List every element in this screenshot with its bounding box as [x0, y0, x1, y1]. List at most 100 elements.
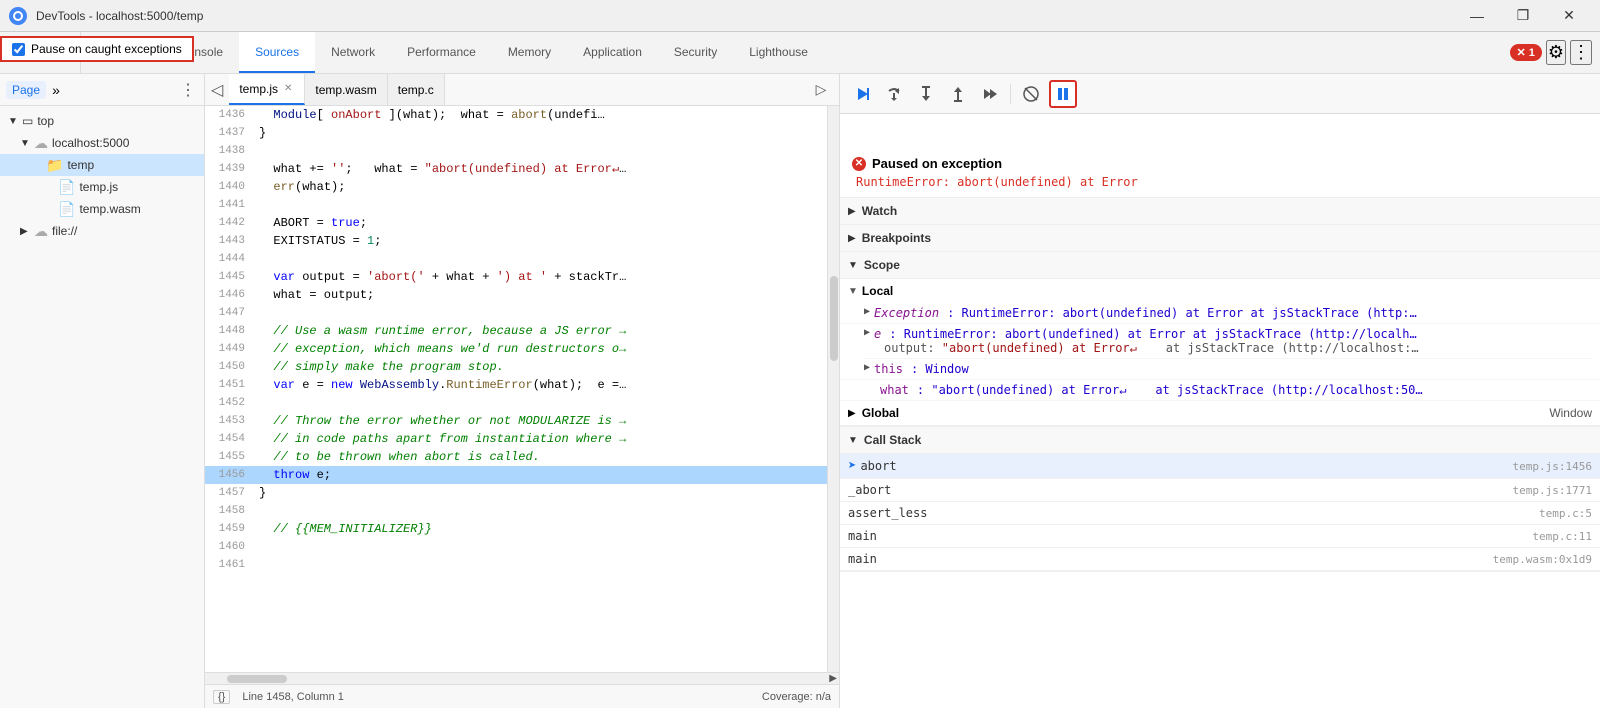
sidebar-more-tabs[interactable]: » [46, 80, 66, 100]
close-tempjs-icon[interactable]: ✕ [282, 82, 294, 95]
tab-network[interactable]: Network [315, 32, 391, 73]
file-tab-tempwasm[interactable]: temp.wasm [305, 74, 387, 105]
breakpoints-arrow: ▶ [848, 233, 856, 244]
callstack-section-header[interactable]: ▼ Call Stack [840, 427, 1600, 454]
code-line-1451: 1451 var e = new WebAssembly.RuntimeErro… [205, 376, 827, 394]
code-line-1454: 1454 // in code paths apart from instant… [205, 430, 827, 448]
horizontal-scrollbar[interactable]: ▶ [205, 672, 839, 684]
hscroll-right-btn[interactable]: ▶ [829, 673, 837, 684]
collapse-sidebar-button[interactable]: ◁ [205, 74, 229, 105]
tree-label-temp: temp [67, 158, 94, 172]
tab-memory[interactable]: Memory [492, 32, 567, 73]
callstack-item-main1[interactable]: main temp.c:11 [840, 525, 1600, 548]
error-badge[interactable]: ✕ 1 [1510, 44, 1542, 61]
code-line-1440: 1440 err(what); [205, 178, 827, 196]
callstack-item-abort[interactable]: ➤ abort temp.js:1456 [840, 454, 1600, 479]
watch-arrow: ▶ [848, 206, 856, 217]
deactivate-breakpoints-button[interactable] [1017, 80, 1045, 108]
tree-item-file[interactable]: ▶ ☁ file:// [0, 220, 204, 242]
tree-label-temp-js: temp.js [79, 180, 118, 194]
cloud-icon-file: ☁ [34, 223, 48, 240]
maximize-button[interactable]: ❐ [1500, 0, 1546, 32]
step-over-button[interactable] [880, 80, 908, 108]
tab-security[interactable]: Security [658, 32, 733, 73]
tree-label-temp-wasm: temp.wasm [79, 202, 140, 216]
file-tab-tempc-label: temp.c [398, 83, 434, 97]
tab-application[interactable]: Application [567, 32, 658, 73]
scope-item-exception[interactable]: ▶ Exception : RuntimeError: abort(undefi… [840, 303, 1600, 324]
sidebar-menu-button[interactable]: ⋮ [178, 80, 198, 100]
code-line-1446: 1446 what = output; [205, 286, 827, 304]
current-frame-icon: ➤ [848, 458, 856, 474]
code-line-1460: 1460 [205, 538, 827, 556]
tree-item-temp-folder[interactable]: 📁 temp [0, 154, 204, 176]
pretty-print-btn[interactable]: {} [213, 690, 230, 704]
callstack-section: ▼ Call Stack ➤ abort temp.js:1456 _abort… [840, 427, 1600, 572]
step-into-button[interactable] [912, 80, 940, 108]
code-line-1453: 1453 // Throw the error whether or not M… [205, 412, 827, 430]
watch-section-header[interactable]: ▶ Watch [840, 198, 1600, 225]
file-icon-tempwasm: 📄 [58, 201, 75, 218]
watch-title: Watch [862, 204, 898, 218]
scope-section-header[interactable]: ▼ Scope [840, 252, 1600, 279]
resume-button[interactable] [848, 80, 876, 108]
scope-arrow: ▼ [848, 260, 858, 271]
settings-button[interactable]: ⚙ [1546, 40, 1566, 65]
code-editor[interactable]: 1436 Module[ onAbort ](what); what = abo… [205, 106, 827, 672]
cs-name-main2: main [848, 552, 1493, 566]
scope-item-this[interactable]: ▶ this : Window [840, 359, 1600, 380]
callstack-arrow: ▼ [848, 435, 858, 446]
tree-label-localhost: localhost:5000 [52, 136, 129, 150]
file-tab-tempc[interactable]: temp.c [388, 74, 445, 105]
more-menu-button[interactable]: ⋮ [1570, 40, 1592, 65]
tree-label-top: top [37, 114, 54, 128]
exception-banner: ✕ Paused on exception RuntimeError: abor… [840, 148, 1600, 198]
scope-val-exception: : RuntimeError: abort(undefined) at Erro… [947, 306, 1417, 320]
scope-item-e[interactable]: ▶ e : RuntimeError: abort(undefined) at … [840, 324, 1600, 359]
app-icon [8, 6, 28, 26]
tree-item-temp-js[interactable]: 📄 temp.js [0, 176, 204, 198]
minimize-button[interactable]: — [1454, 0, 1500, 32]
code-line-1438: 1438 [205, 142, 827, 160]
code-line-1452: 1452 [205, 394, 827, 412]
code-line-1443: 1443 EXITSTATUS = 1; [205, 232, 827, 250]
exception-title-text: Paused on exception [872, 156, 1002, 171]
tab-lighthouse[interactable]: Lighthouse [733, 32, 824, 73]
continue-button[interactable] [976, 80, 1004, 108]
source-ctrl-run[interactable]: ▷ [809, 78, 833, 102]
code-line-1449: 1449 // exception, which means we'd run … [205, 340, 827, 358]
global-scope-item[interactable]: ▶ Global Window [840, 401, 1600, 426]
pause-on-exceptions-button[interactable] [1049, 80, 1077, 108]
callstack-item-assert[interactable]: assert_less temp.c:5 [840, 502, 1600, 525]
code-line-1456: 1456 throw e; [205, 466, 827, 484]
vertical-scrollbar[interactable] [827, 106, 839, 672]
hscroll-thumb[interactable] [227, 675, 287, 683]
scope-item-what[interactable]: what : "abort(undefined) at Error↵ at js… [840, 380, 1600, 401]
breakpoints-section-header[interactable]: ▶ Breakpoints [840, 225, 1600, 252]
scope-val-what: : "abort(undefined) at Error↵ at jsStack… [917, 383, 1423, 397]
callstack-item-_abort[interactable]: _abort temp.js:1771 [840, 479, 1600, 502]
cs-name-abort: abort [860, 459, 1512, 473]
code-line-1455: 1455 // to be thrown when abort is calle… [205, 448, 827, 466]
local-label: Local [862, 284, 893, 298]
tree-item-top[interactable]: ▼ ▭ top [0, 110, 204, 132]
sidebar-tab-page[interactable]: Page [6, 81, 46, 99]
local-scope-header[interactable]: ▼ Local [840, 279, 1600, 303]
callstack-item-main2[interactable]: main temp.wasm:0x1d9 [840, 548, 1600, 571]
file-tab-tempjs[interactable]: temp.js ✕ [229, 74, 305, 105]
scrollbar-thumb[interactable] [830, 276, 838, 361]
cs-loc-_abort: temp.js:1771 [1513, 484, 1592, 497]
tab-performance[interactable]: Performance [391, 32, 492, 73]
close-button[interactable]: ✕ [1546, 0, 1592, 32]
tab-sources[interactable]: Sources [239, 32, 315, 73]
global-arrow: ▶ [848, 408, 856, 419]
step-out-button[interactable] [944, 80, 972, 108]
code-line-1437: 1437 } [205, 124, 827, 142]
window-title: DevTools - localhost:5000/temp [36, 9, 1454, 23]
scope-val-e: : RuntimeError: abort(undefined) at Erro… [889, 327, 1416, 341]
code-line-1448: 1448 // Use a wasm runtime error, becaus… [205, 322, 827, 340]
code-line-1447: 1447 [205, 304, 827, 322]
code-line-1445: 1445 var output = 'abort(' + what + ') a… [205, 268, 827, 286]
tree-item-temp-wasm[interactable]: 📄 temp.wasm [0, 198, 204, 220]
tree-item-localhost[interactable]: ▼ ☁ localhost:5000 [0, 132, 204, 154]
